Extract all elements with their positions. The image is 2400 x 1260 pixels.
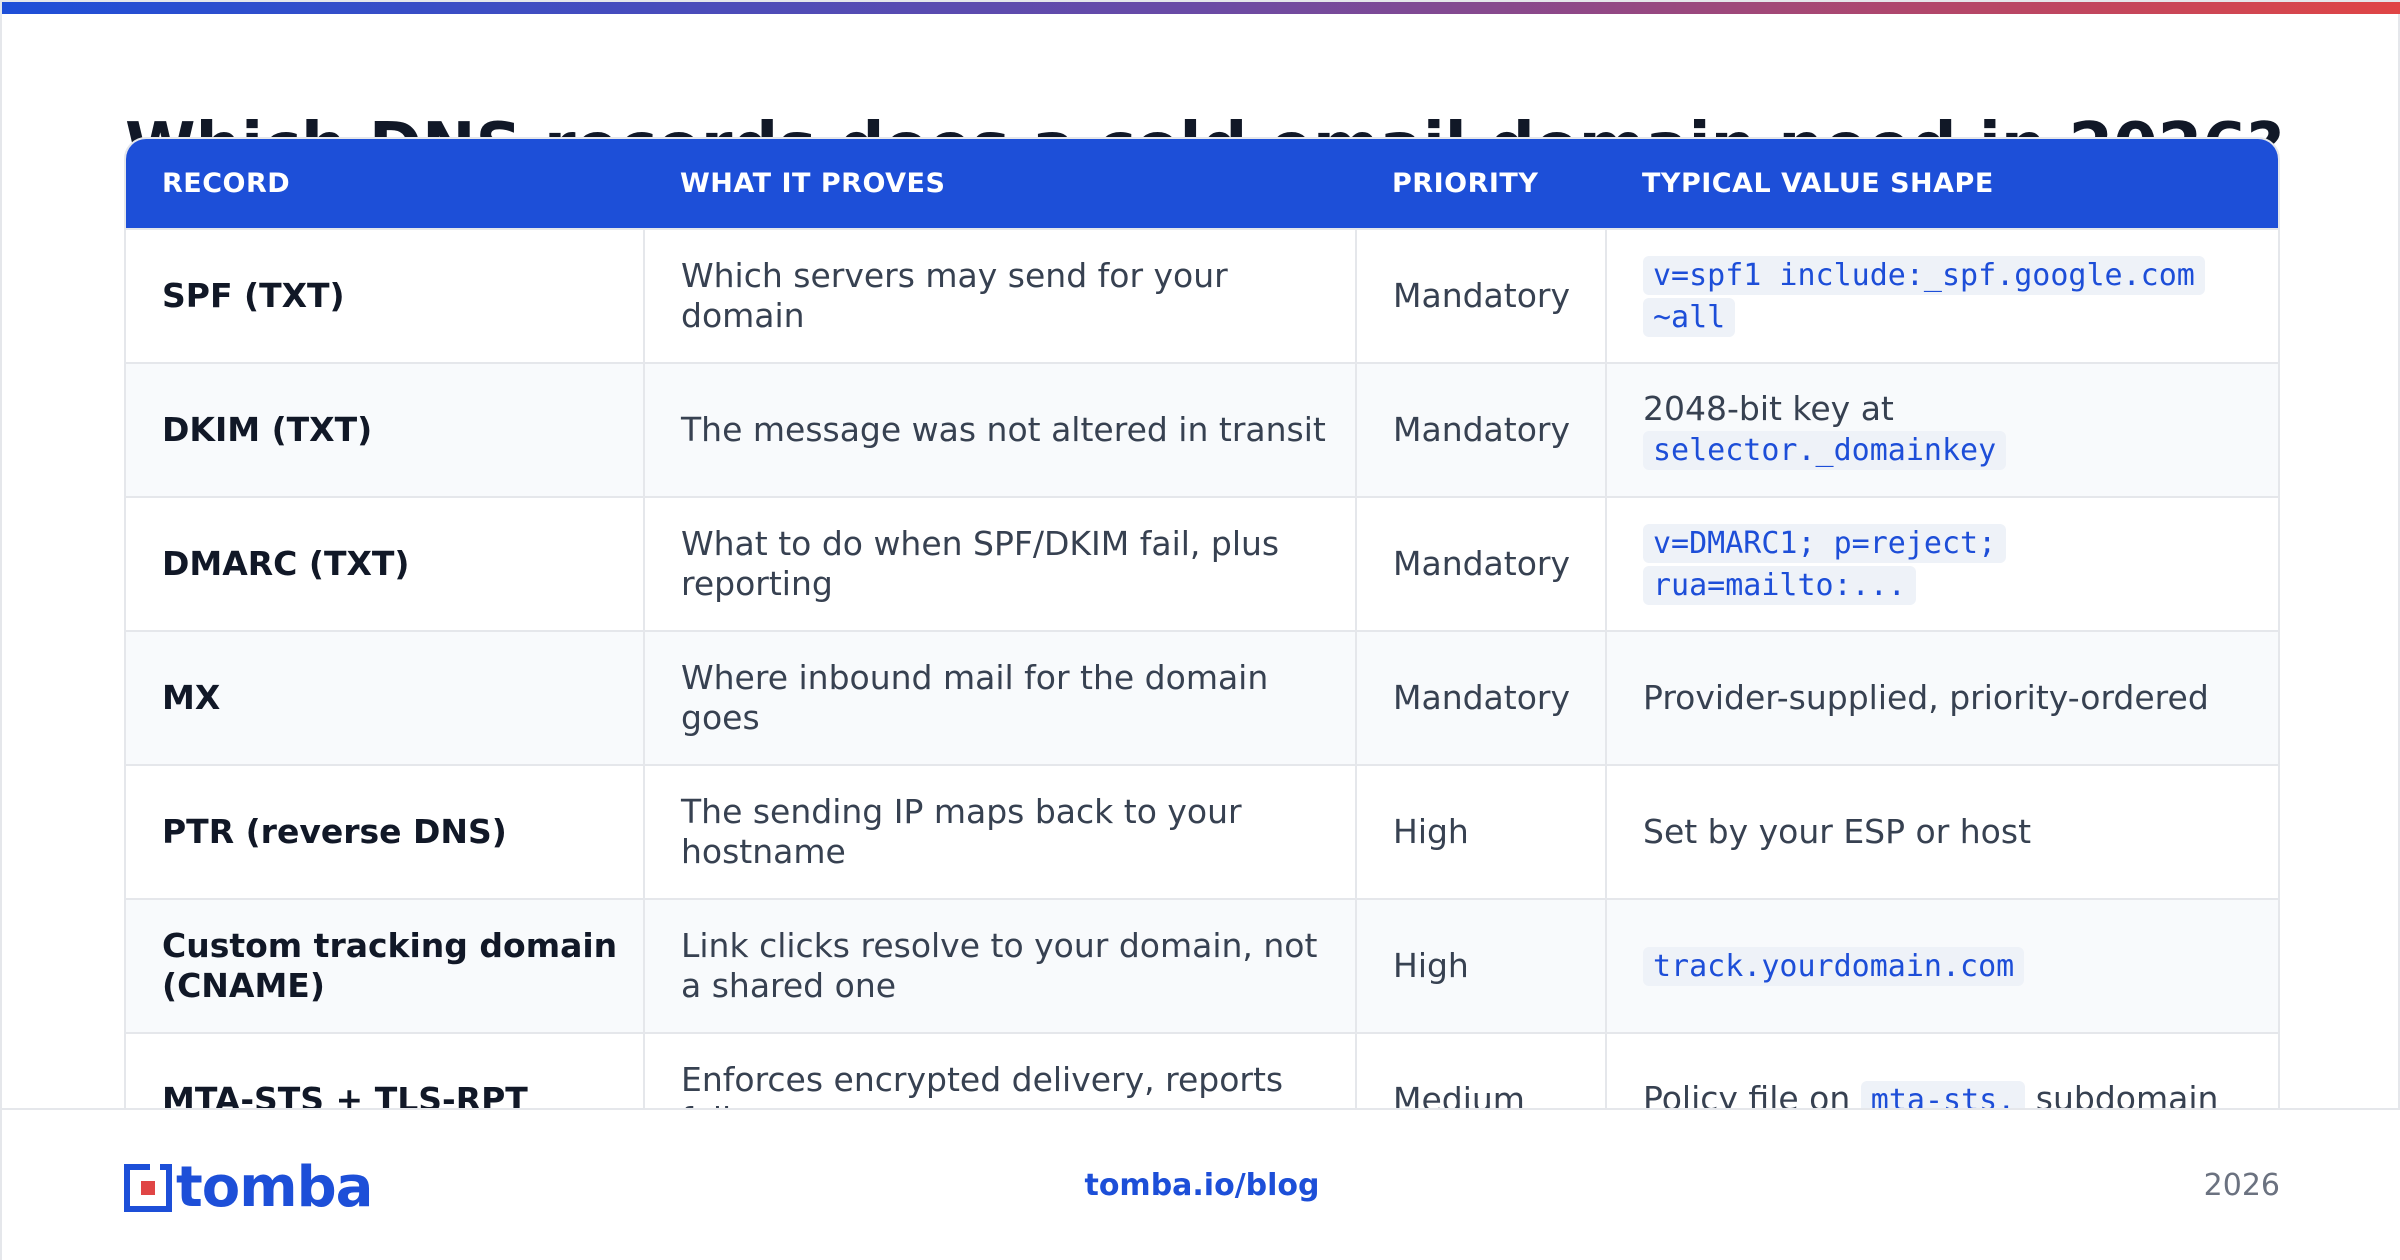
proves-cell: Where inbound mail for the domain goes	[643, 630, 1357, 766]
priority-cell: Mandatory	[1355, 496, 1607, 632]
value-code: track.yourdomain.com	[1643, 947, 2025, 986]
slide-frame: Which DNS records does a cold email doma…	[0, 0, 2400, 1260]
top-gradient-bar	[2, 2, 2400, 14]
record-cell: PTR (reverse DNS)	[126, 764, 645, 900]
table-row: SPF (TXT) Which servers may send for you…	[126, 228, 2278, 364]
footer-year: 2026	[2203, 1168, 2280, 1203]
value-code: selector._domainkey	[1643, 431, 2007, 470]
priority-cell: Mandatory	[1355, 362, 1607, 498]
value-cell: track.yourdomain.com	[1605, 898, 2278, 1034]
proves-cell: The sending IP maps back to your hostnam…	[643, 764, 1357, 900]
priority-cell: High	[1355, 764, 1607, 900]
value-code: v=spf1 include:_spf.google.com ~all	[1643, 256, 2205, 337]
value-cell: 2048-bit key at selector._domainkey	[1605, 362, 2278, 498]
table-row: MX Where inbound mail for the domain goe…	[126, 630, 2278, 766]
blog-link[interactable]: tomba.io/blog	[2, 1168, 2400, 1203]
value-code: v=DMARC1; p=reject; rua=mailto:...	[1643, 524, 2007, 605]
value-cell: Provider-supplied, priority-ordered	[1605, 630, 2278, 766]
header-priority: PRIORITY	[1356, 139, 1606, 229]
header-typical-value-shape: TYPICAL VALUE SHAPE	[1606, 139, 2278, 229]
record-cell: Custom tracking domain (CNAME)	[126, 898, 645, 1034]
proves-cell: Which servers may send for your domain	[643, 228, 1357, 364]
priority-cell: High	[1355, 898, 1607, 1034]
value-cell: Set by your ESP or host	[1605, 764, 2278, 900]
table-header-row: RECORD WHAT IT PROVES PRIORITY TYPICAL V…	[126, 139, 2278, 229]
record-cell: SPF (TXT)	[126, 228, 645, 364]
proves-cell: The message was not altered in transit	[643, 362, 1357, 498]
record-cell: MX	[126, 630, 645, 766]
table-row: Custom tracking domain (CNAME) Link clic…	[126, 898, 2278, 1034]
priority-cell: Mandatory	[1355, 228, 1607, 364]
proves-cell: What to do when SPF/DKIM fail, plus repo…	[643, 496, 1357, 632]
priority-cell: Mandatory	[1355, 630, 1607, 766]
header-what-it-proves: WHAT IT PROVES	[644, 139, 1356, 229]
table-row: DMARC (TXT) What to do when SPF/DKIM fai…	[126, 496, 2278, 632]
value-cell: v=DMARC1; p=reject; rua=mailto:...	[1605, 496, 2278, 632]
table-row: PTR (reverse DNS) The sending IP maps ba…	[126, 764, 2278, 900]
header-record: RECORD	[126, 139, 644, 229]
table-row: DKIM (TXT) The message was not altered i…	[126, 362, 2278, 498]
proves-cell: Link clicks resolve to your domain, not …	[643, 898, 1357, 1034]
record-cell: DKIM (TXT)	[126, 362, 645, 498]
value-cell: v=spf1 include:_spf.google.com ~all	[1605, 228, 2278, 364]
record-cell: DMARC (TXT)	[126, 496, 645, 632]
value-text: 2048-bit key at	[1643, 389, 1894, 428]
footer: tomba tomba.io/blog 2026	[2, 1108, 2400, 1260]
dns-records-table: RECORD WHAT IT PROVES PRIORITY TYPICAL V…	[124, 137, 2280, 1167]
